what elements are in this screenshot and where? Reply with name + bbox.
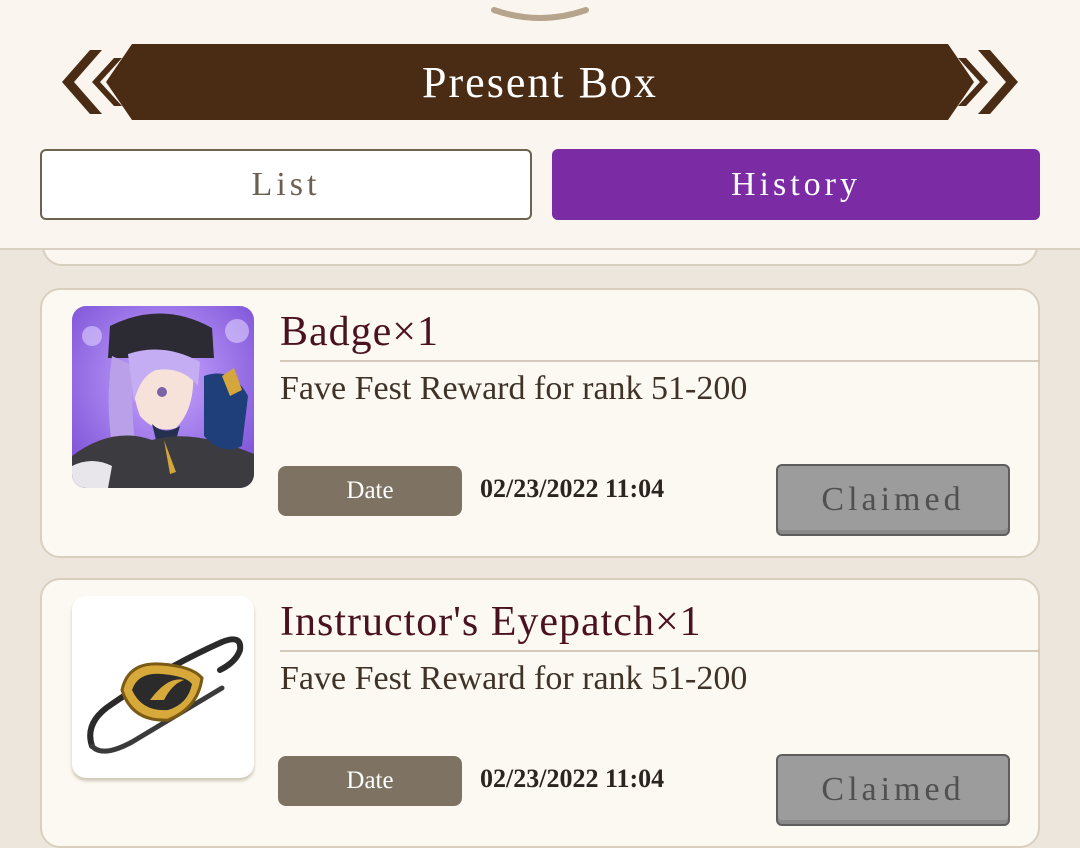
date-label: Date [278, 466, 462, 516]
item-name: Badge×1 [280, 308, 1040, 362]
date-value: 02/23/2022 11:04 [480, 474, 665, 503]
item-description: Fave Fest Reward for rank 51-200 [280, 660, 748, 697]
present-card: Badge×1 Fave Fest Reward for rank 51-200… [40, 288, 1040, 558]
claimed-button[interactable]: Claimed [776, 464, 1010, 536]
claimed-button[interactable]: Claimed [776, 754, 1010, 826]
character-portrait-icon [72, 306, 254, 488]
tab-history[interactable]: History [552, 149, 1040, 220]
page-title: Present Box [422, 57, 658, 107]
date-label: Date [278, 756, 462, 806]
date-value: 02/23/2022 11:04 [480, 764, 665, 793]
tab-list[interactable]: List [40, 149, 532, 220]
present-card: Instructor's Eyepatch×1 Fave Fest Reward… [40, 578, 1040, 848]
chevron-down-icon[interactable] [490, 4, 590, 28]
item-description: Fave Fest Reward for rank 51-200 [280, 370, 748, 407]
eyepatch-icon [72, 596, 254, 778]
item-name: Instructor's Eyepatch×1 [280, 598, 1040, 652]
header: Present Box List History [0, 0, 1080, 250]
